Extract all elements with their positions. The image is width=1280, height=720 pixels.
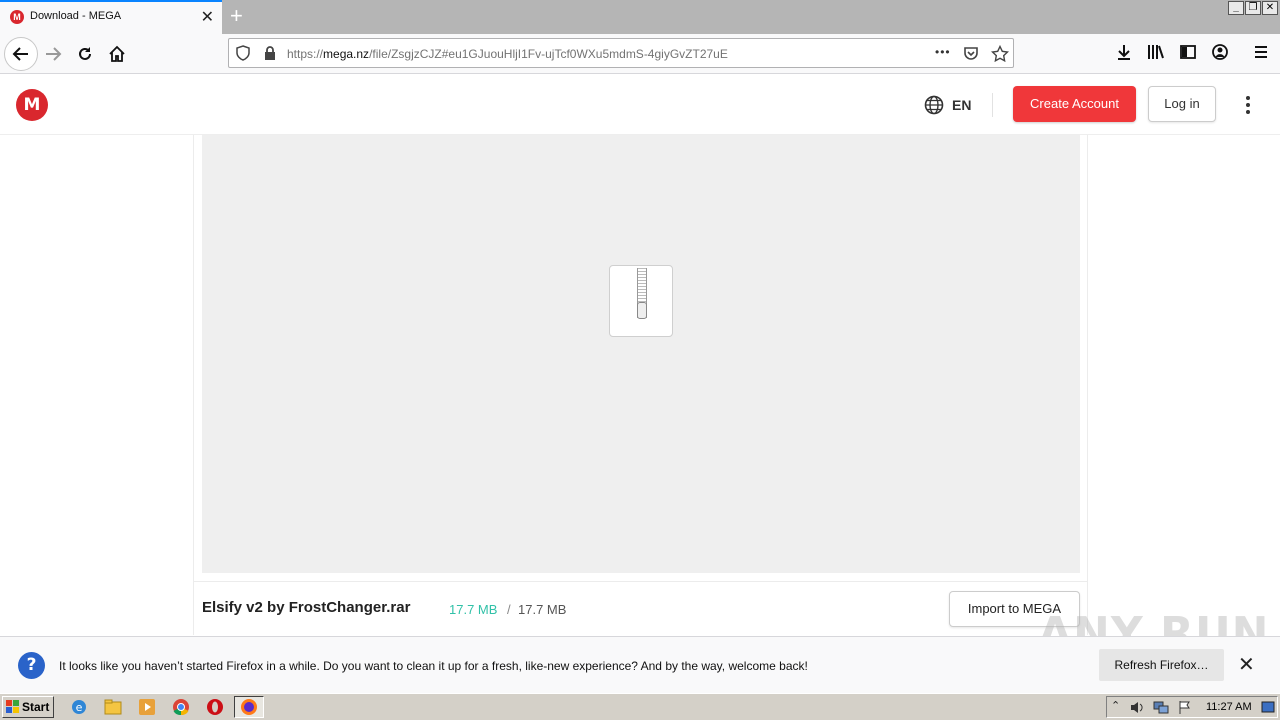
back-arrow-icon: [12, 47, 28, 61]
tab-strip: M Download - MEGA ✕ + _ ❐ ✕: [0, 0, 1280, 34]
home-icon: [109, 45, 125, 62]
firefox-icon: [241, 699, 257, 715]
firefox-taskbar-button[interactable]: [234, 696, 264, 718]
downloads-icon[interactable]: [1115, 43, 1133, 61]
new-tab-button[interactable]: +: [230, 3, 243, 29]
file-size-total: 17.7 MB: [518, 602, 567, 617]
action-center-flag-icon[interactable]: [1177, 700, 1193, 715]
windows-logo-icon: [6, 700, 19, 713]
question-icon: ?: [18, 652, 45, 679]
content-border-right: [1087, 135, 1088, 635]
media-player-icon[interactable]: [136, 697, 158, 717]
internet-explorer-icon[interactable]: e: [68, 697, 90, 717]
url-path: /file/ZsgjzCJZ#eu1GJuouHljI1Fv-ujTcf0WXu…: [369, 47, 728, 61]
show-desktop-icon[interactable]: [1261, 700, 1275, 714]
url-text: https://mega.nz/file/ZsgjzCJZ#eu1GJuouHl…: [287, 47, 728, 61]
mega-logo-icon[interactable]: M: [16, 89, 48, 121]
url-prefix: https://: [287, 47, 324, 61]
navigation-toolbar: https://mega.nz/file/ZsgjzCJZ#eu1GJuouHl…: [0, 34, 1280, 74]
chrome-icon[interactable]: [170, 697, 192, 717]
file-size-downloaded: 17.7 MB: [449, 602, 498, 617]
lock-icon[interactable]: [263, 45, 277, 61]
file-info-bar: Elsify v2 by FrostChanger.rar 17.7 MB / …: [194, 581, 1087, 635]
windows-taskbar: Start e ⌃ 11:27 AM: [0, 693, 1280, 720]
back-button[interactable]: [4, 37, 38, 71]
tray-expand-icon[interactable]: ⌃: [1111, 699, 1120, 712]
reload-button[interactable]: [70, 39, 100, 69]
volume-icon[interactable]: [1129, 700, 1145, 715]
taskbar-clock[interactable]: 11:27 AM: [1206, 701, 1252, 713]
file-preview-area: [202, 135, 1080, 573]
library-icon[interactable]: [1147, 43, 1165, 61]
create-account-button[interactable]: Create Account: [1013, 86, 1136, 122]
content-border-left: [193, 135, 194, 635]
system-tray: ⌃ 11:27 AM: [1106, 696, 1278, 718]
start-button[interactable]: Start: [2, 696, 54, 718]
home-button[interactable]: [102, 39, 132, 69]
globe-icon: [924, 95, 944, 115]
login-button[interactable]: Log in: [1148, 86, 1216, 122]
notification-message: It looks like you haven’t started Firefo…: [59, 659, 808, 673]
account-icon[interactable]: [1211, 43, 1229, 61]
reload-icon: [79, 47, 91, 60]
zipper-pull-icon: [637, 302, 647, 319]
notification-close-icon[interactable]: ✕: [1238, 652, 1255, 677]
language-code: EN: [952, 97, 972, 113]
bookmark-star-icon[interactable]: [991, 45, 1009, 63]
mega-favicon-icon: M: [10, 10, 24, 24]
forward-arrow-icon: [46, 47, 62, 61]
page-actions-icon[interactable]: •••: [935, 45, 951, 59]
tracking-shield-icon[interactable]: [235, 45, 251, 61]
forward-button[interactable]: [38, 39, 68, 69]
more-menu-icon[interactable]: [1238, 95, 1258, 115]
start-label: Start: [22, 700, 50, 714]
window-controls: _ ❐ ✕: [1228, 1, 1278, 15]
firefox-notification-bar: ? It looks like you haven’t started Fire…: [0, 636, 1280, 693]
tab-mega-download[interactable]: M Download - MEGA ✕: [0, 0, 222, 34]
url-bar[interactable]: https://mega.nz/file/ZsgjzCJZ#eu1GJuouHl…: [228, 38, 1014, 68]
opera-icon[interactable]: [204, 697, 226, 717]
refresh-firefox-button[interactable]: Refresh Firefox…: [1099, 649, 1224, 681]
menu-hamburger-icon[interactable]: [1252, 43, 1270, 61]
file-name: Elsify v2 by FrostChanger.rar: [202, 599, 411, 616]
network-icon[interactable]: [1153, 700, 1169, 715]
tab-close-icon[interactable]: ✕: [201, 7, 214, 27]
mega-header: M EN Create Account Log in: [0, 75, 1280, 135]
close-window-button[interactable]: ✕: [1262, 1, 1278, 15]
file-explorer-icon[interactable]: [102, 697, 124, 717]
tab-title: Download - MEGA: [30, 10, 122, 22]
url-domain: mega.nz: [323, 47, 370, 61]
header-divider: [992, 93, 993, 117]
archive-file-icon: [609, 265, 673, 337]
svg-text:e: e: [76, 701, 83, 714]
sidebar-icon[interactable]: [1179, 43, 1197, 61]
language-selector[interactable]: EN: [924, 95, 971, 115]
pocket-icon[interactable]: [963, 45, 979, 61]
restore-button[interactable]: ❐: [1245, 1, 1261, 15]
file-size-separator: /: [507, 602, 511, 617]
minimize-button[interactable]: _: [1228, 1, 1244, 15]
